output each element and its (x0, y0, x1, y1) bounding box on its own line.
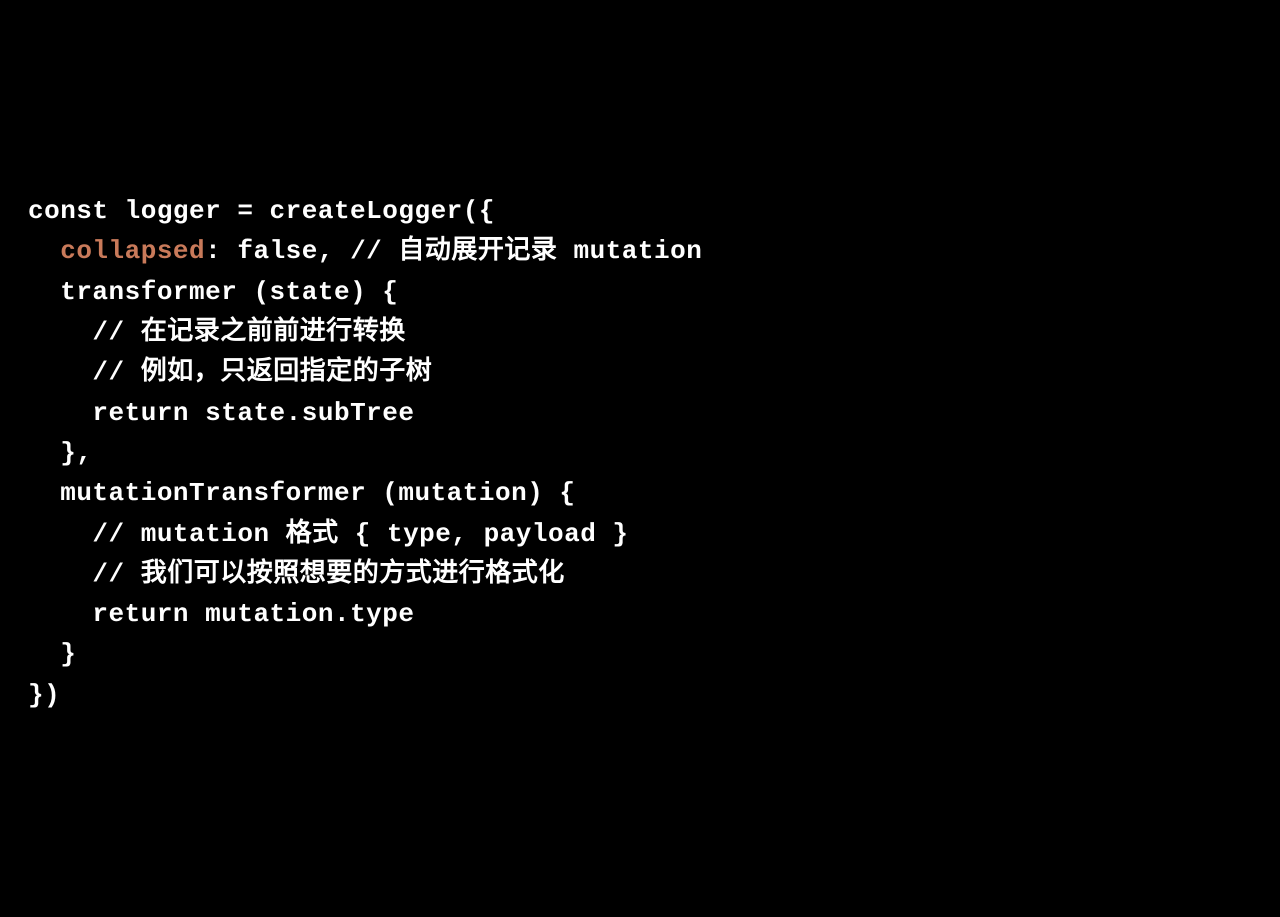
code-line-10: return mutation.type (28, 594, 1252, 634)
code-line-1: collapsed: false, // 自动展开记录 mutation (28, 231, 1252, 271)
code-line-7: mutationTransformer (mutation) { (28, 473, 1252, 513)
code-text: // mutation 格式 { type, payload } (92, 519, 628, 549)
code-line-11: } (28, 634, 1252, 674)
code-text: const logger = createLogger({ (28, 196, 495, 226)
code-line-12: }) (28, 675, 1252, 715)
code-keyword: collapsed (60, 236, 205, 266)
code-text: // 例如，只返回指定的子树 (92, 357, 432, 387)
code-text: : false, // 自动展开记录 mutation (205, 236, 702, 266)
code-line-4: // 例如，只返回指定的子树 (28, 352, 1252, 392)
code-text: return mutation.type (92, 599, 414, 629)
code-text: mutationTransformer (mutation) { (60, 478, 575, 508)
code-text: transformer (state) { (60, 277, 398, 307)
code-block: const logger = createLogger({ collapsed:… (28, 191, 1252, 715)
code-line-5: return state.subTree (28, 393, 1252, 433)
code-text: } (60, 639, 76, 669)
code-text: }, (60, 438, 92, 468)
code-line-6: }, (28, 433, 1252, 473)
code-line-9: // 我们可以按照想要的方式进行格式化 (28, 554, 1252, 594)
code-line-0: const logger = createLogger({ (28, 191, 1252, 231)
code-text: }) (28, 680, 60, 710)
code-text: // 在记录之前前进行转换 (92, 317, 405, 347)
code-text: return state.subTree (92, 398, 414, 428)
code-line-2: transformer (state) { (28, 272, 1252, 312)
code-line-8: // mutation 格式 { type, payload } (28, 514, 1252, 554)
code-text: // 我们可以按照想要的方式进行格式化 (92, 559, 564, 589)
code-line-3: // 在记录之前前进行转换 (28, 312, 1252, 352)
